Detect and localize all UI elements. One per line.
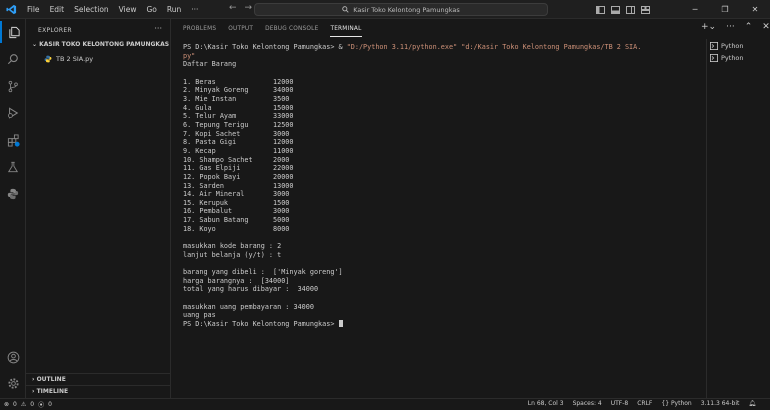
search-icon xyxy=(342,6,349,13)
terminal-final-prompt: PS D:\Kasir Toko Kelontong Pamungkas> xyxy=(183,320,339,328)
tab-debug-console[interactable]: DEBUG CONSOLE xyxy=(259,19,324,39)
ports-count: 0 xyxy=(48,401,52,408)
toggle-secondary-sidebar-icon[interactable] xyxy=(626,5,635,14)
status-problems[interactable]: ⊗ 0 ⚠ 0 ⦿ 0 xyxy=(4,400,52,409)
terminal-command-wrap: py" xyxy=(183,51,196,60)
terminal-instance-1[interactable]: Python xyxy=(707,40,770,52)
error-icon: ⊗ xyxy=(4,401,10,408)
menu-run[interactable]: Run xyxy=(162,0,186,19)
activity-bar xyxy=(0,19,26,398)
notifications-bell-icon[interactable]: 🔔︎ xyxy=(748,400,756,407)
close-button[interactable]: ✕ xyxy=(740,5,770,14)
maximize-panel-icon[interactable]: ⌃ xyxy=(745,22,753,32)
language-mode[interactable]: {} Python xyxy=(661,400,691,407)
title-bar: File Edit Selection View Go Run ··· ← → … xyxy=(0,0,770,19)
terminal-icon xyxy=(710,54,718,62)
close-panel-icon[interactable]: ✕ xyxy=(762,22,770,32)
menu-more[interactable]: ··· xyxy=(186,0,203,19)
python-interpreter[interactable]: 3.11.3 64-bit xyxy=(701,400,740,407)
terminal-panel: PROBLEMS OUTPUT DEBUG CONSOLE TERMINAL +… xyxy=(171,19,770,398)
panel-actions: +⌄ ··· ⌃ ✕ xyxy=(701,22,770,32)
explorer-icon[interactable] xyxy=(0,21,26,43)
file-label: TB 2 SIA.py xyxy=(56,55,94,63)
terminal-prompt: PS D:\Kasir Toko Kelontong Pamungkas> & xyxy=(183,43,347,51)
source-control-icon[interactable] xyxy=(0,75,26,97)
explorer-title: EXPLORER xyxy=(38,27,72,34)
error-count: 0 xyxy=(13,401,17,408)
outline-section[interactable]: › OUTLINE xyxy=(26,373,171,384)
language-label: Python xyxy=(670,400,692,407)
toggle-panel-icon[interactable] xyxy=(611,5,620,14)
status-bar: ⊗ 0 ⚠ 0 ⦿ 0 Ln 68, Col 3 Spaces: 4 UTF-8 CR… xyxy=(0,398,770,410)
file-item-tb2sia[interactable]: TB 2 SIA.py xyxy=(44,54,93,64)
ports-icon: ⦿ xyxy=(38,402,45,409)
panel-tabs: PROBLEMS OUTPUT DEBUG CONSOLE TERMINAL xyxy=(171,19,701,39)
customize-layout-icon[interactable] xyxy=(641,5,650,14)
terminal-cursor xyxy=(338,320,343,327)
outline-label: OUTLINE xyxy=(36,376,66,383)
new-terminal-icon[interactable]: +⌄ xyxy=(701,22,716,32)
folder-label: KASIR TOKO KELONTONG PAMUNGKAS xyxy=(39,41,170,48)
braces-icon: {} xyxy=(661,400,670,407)
workspace-folder[interactable]: ⌄ KASIR TOKO KELONTONG PAMUNGKAS xyxy=(32,41,169,48)
cursor-position[interactable]: Ln 68, Col 3 xyxy=(528,400,564,407)
warning-count: 0 xyxy=(30,401,35,408)
menu-edit[interactable]: Edit xyxy=(45,0,70,19)
warning-icon: ⚠ xyxy=(20,401,27,408)
terminal-icon xyxy=(710,42,718,50)
more-actions-icon[interactable]: ··· xyxy=(726,22,735,32)
terminal-output[interactable]: PS D:\Kasir Toko Kelontong Pamungkas> & … xyxy=(183,43,703,329)
line-ending[interactable]: CRLF xyxy=(637,400,652,407)
command-center-label: Kasir Toko Kelontong Pamungkas xyxy=(353,5,460,14)
terminal-instance-2[interactable]: Python xyxy=(707,52,770,64)
encoding[interactable]: UTF-8 xyxy=(611,400,629,407)
tab-output[interactable]: OUTPUT xyxy=(222,19,259,39)
testing-icon[interactable] xyxy=(0,156,26,178)
menu-go[interactable]: Go xyxy=(141,0,161,19)
search-icon[interactable] xyxy=(0,48,26,70)
more-actions-icon[interactable]: ··· xyxy=(154,24,162,33)
timeline-label: TIMELINE xyxy=(36,388,69,395)
minimize-button[interactable]: ─ xyxy=(680,5,710,14)
python-extension-icon[interactable] xyxy=(0,183,26,205)
forward-arrow-icon[interactable]: → xyxy=(245,3,253,13)
manage-gear-icon[interactable] xyxy=(0,372,26,394)
python-file-icon xyxy=(44,55,52,63)
tab-problems[interactable]: PROBLEMS xyxy=(171,19,222,39)
extensions-icon[interactable] xyxy=(0,129,26,151)
terminal-command-exe: "D:/Python 3.11/python.exe" xyxy=(346,43,458,51)
window-controls: ─ ❐ ✕ xyxy=(596,0,770,19)
menu-file[interactable]: File xyxy=(22,0,45,19)
menu-bar: File Edit Selection View Go Run ··· xyxy=(22,0,203,19)
terminal-instance-label: Python xyxy=(721,42,744,50)
menu-selection[interactable]: Selection xyxy=(69,0,114,19)
terminal-instance-label: Python xyxy=(721,54,744,62)
account-icon[interactable] xyxy=(0,346,26,368)
indentation[interactable]: Spaces: 4 xyxy=(573,400,602,407)
run-debug-icon[interactable] xyxy=(0,102,26,124)
command-center[interactable]: Kasir Toko Kelontong Pamungkas xyxy=(254,3,548,16)
explorer-sidebar: EXPLORER ··· ⌄ KASIR TOKO KELONTONG PAMU… xyxy=(26,19,171,398)
vscode-logo-icon xyxy=(0,0,22,19)
terminal-list: Python Python xyxy=(706,39,770,398)
back-arrow-icon[interactable]: ← xyxy=(229,3,237,13)
nav-arrows: ← → xyxy=(229,3,252,13)
maximize-button[interactable]: ❐ xyxy=(710,5,740,14)
terminal-command-script: "d:/Kasir Toko Kelontong Pamungkas/TB 2 … xyxy=(457,43,642,51)
status-right: Ln 68, Col 3 Spaces: 4 UTF-8 CRLF {} Pyt… xyxy=(528,400,756,407)
menu-view[interactable]: View xyxy=(114,0,142,19)
toggle-primary-sidebar-icon[interactable] xyxy=(596,5,605,14)
terminal-body: Daftar Barang 1. Beras 12000 2. Minyak G… xyxy=(183,60,343,320)
timeline-section[interactable]: › TIMELINE xyxy=(26,385,171,396)
tab-terminal[interactable]: TERMINAL xyxy=(324,19,367,39)
